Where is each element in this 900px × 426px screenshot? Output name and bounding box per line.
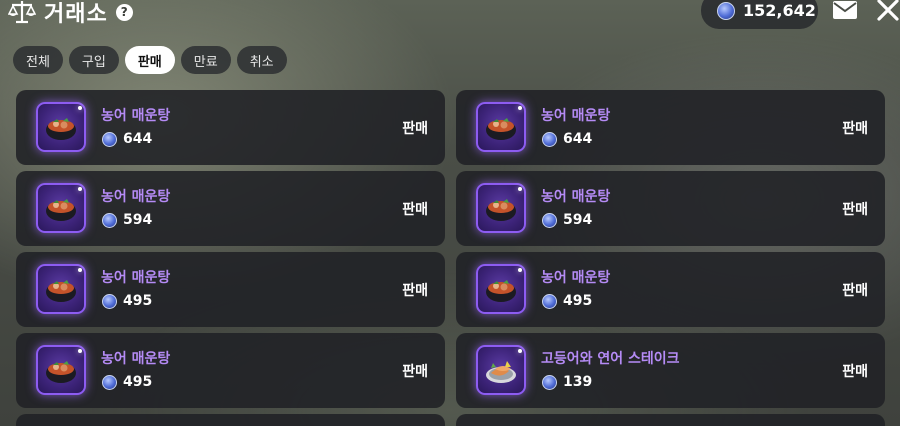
item-name: 농어 매운탕: [541, 270, 611, 286]
spicy-fish-stew-icon: [36, 264, 86, 314]
listing-status: 판매: [402, 283, 428, 299]
price-row: 495: [542, 293, 592, 309]
listing-status: 판매: [402, 121, 428, 137]
listing-card[interactable]: 농어 매운탕 495 판매: [16, 333, 445, 408]
tab-sell[interactable]: 판매: [124, 46, 175, 74]
price-row: 594: [102, 212, 152, 228]
spicy-fish-stew-icon: [476, 102, 526, 152]
spicy-fish-stew-icon: [36, 183, 86, 233]
item-name: 농어 매운탕: [101, 270, 171, 286]
price-row: 644: [542, 131, 592, 147]
item-price: 644: [563, 131, 593, 147]
item-price: 644: [123, 131, 153, 147]
filter-tabs: 전체 구입 판매 만료 취소: [13, 46, 287, 74]
price-row: 139: [542, 374, 592, 390]
item-price: 495: [563, 293, 593, 309]
coin-icon: [102, 212, 117, 228]
listing-card[interactable]: 농어 매운탕 644 판매: [456, 90, 885, 165]
item-price: 495: [123, 374, 153, 390]
listing-status: 판매: [402, 364, 428, 380]
currency-display: 152,642: [701, 0, 818, 29]
page-title: 거래소: [44, 2, 108, 27]
listing-card[interactable]: 농어 매운탕 495 판매: [16, 252, 445, 327]
mail-icon[interactable]: [832, 0, 858, 20]
scale-icon: [8, 1, 36, 24]
close-icon[interactable]: [876, 0, 900, 22]
spicy-fish-stew-icon: [476, 264, 526, 314]
help-icon[interactable]: ?: [115, 3, 133, 21]
listing-status: 판매: [842, 202, 868, 218]
item-name: 농어 매운탕: [541, 108, 611, 124]
spicy-fish-stew-icon: [476, 183, 526, 233]
listing-status: 판매: [402, 202, 428, 218]
listing-card-partial[interactable]: [456, 414, 885, 426]
listing-status: 판매: [842, 283, 868, 299]
coin-icon: [717, 1, 735, 20]
item-name: 농어 매운탕: [541, 189, 611, 205]
price-row: 495: [102, 293, 152, 309]
item-price: 139: [563, 374, 593, 390]
tab-expired[interactable]: 만료: [180, 46, 231, 74]
spicy-fish-stew-icon: [36, 102, 86, 152]
item-name: 농어 매운탕: [101, 351, 171, 367]
listing-status: 판매: [842, 121, 868, 137]
coin-icon: [542, 131, 557, 147]
listing-card[interactable]: 농어 매운탕 495 판매: [456, 252, 885, 327]
spicy-fish-stew-icon: [36, 345, 86, 395]
listing-card[interactable]: 농어 매운탕 644 판매: [16, 90, 445, 165]
top-bar: 거래소 ? 152,642: [0, 0, 900, 36]
price-row: 594: [542, 212, 592, 228]
price-row: 644: [102, 131, 152, 147]
item-name: 고등어와 연어 스테이크: [541, 351, 680, 367]
item-price: 594: [123, 212, 153, 228]
title-group: 거래소 ?: [8, 0, 133, 28]
item-name: 농어 매운탕: [101, 108, 171, 124]
tab-buy[interactable]: 구입: [68, 46, 119, 74]
coin-icon: [542, 212, 557, 228]
coin-icon: [102, 131, 117, 147]
price-row: 495: [102, 374, 152, 390]
tab-all[interactable]: 전체: [13, 46, 63, 74]
tab-cancelled[interactable]: 취소: [236, 46, 287, 74]
listing-card[interactable]: 농어 매운탕 594 판매: [456, 171, 885, 246]
coin-icon: [542, 293, 557, 309]
item-price: 594: [563, 212, 593, 228]
coin-icon: [102, 374, 117, 390]
listing-card[interactable]: 고등어와 연어 스테이크 139 판매: [456, 333, 885, 408]
coin-icon: [102, 293, 117, 309]
listing-status: 판매: [842, 364, 868, 380]
fish-steak-icon: [476, 345, 526, 395]
listing-card[interactable]: 농어 매운탕 594 판매: [16, 171, 445, 246]
item-name: 농어 매운탕: [101, 189, 171, 205]
currency-amount: 152,642: [743, 1, 816, 20]
item-price: 495: [123, 293, 153, 309]
listing-card-partial[interactable]: [16, 414, 445, 426]
coin-icon: [542, 374, 557, 390]
